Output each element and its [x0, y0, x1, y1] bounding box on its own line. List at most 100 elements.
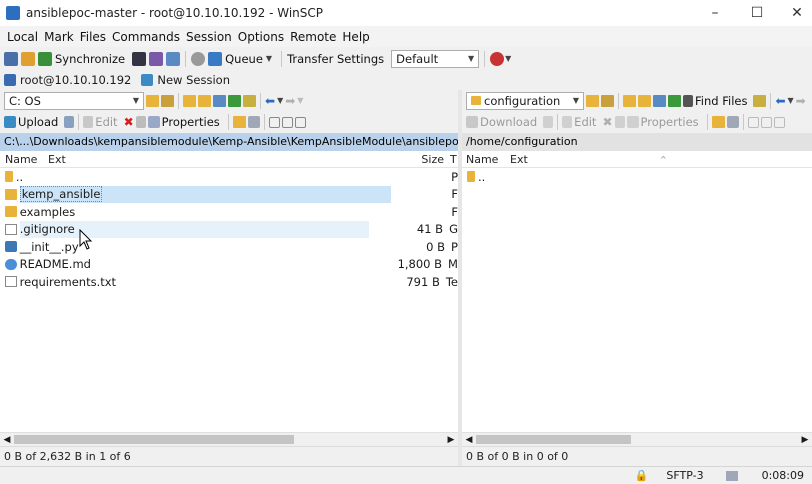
filter-icon[interactable] — [161, 94, 174, 107]
new-folder-icon[interactable] — [711, 116, 725, 128]
table-row[interactable]: examples F — [0, 203, 458, 221]
parent-dir-icon[interactable] — [623, 94, 636, 107]
col-type[interactable]: T — [444, 153, 457, 166]
gear-icon[interactable] — [191, 51, 206, 66]
putty-icon[interactable] — [166, 51, 181, 66]
upload-options-icon[interactable] — [64, 116, 75, 128]
col-ext[interactable]: Ext — [48, 153, 418, 166]
unselect-icon[interactable] — [760, 116, 772, 128]
home-icon[interactable] — [213, 94, 226, 107]
scroll-right-icon[interactable]: ▶ — [444, 435, 458, 445]
rename-icon[interactable] — [135, 116, 146, 128]
local-drive-select[interactable]: C: OS ▼ — [4, 91, 144, 110]
toolbar-separator — [484, 50, 486, 67]
parent-dir-icon[interactable] — [183, 94, 196, 107]
minimize-button[interactable]: – — [692, 0, 738, 26]
chevron-down-icon: ▼ — [132, 96, 139, 105]
file-name: .. — [478, 169, 486, 184]
menu-commands[interactable]: Commands — [109, 30, 183, 44]
remote-horizontal-scrollbar[interactable]: ◀ ▶ — [462, 432, 812, 446]
forward-arrow-icon[interactable]: ➡ — [285, 94, 295, 108]
col-name[interactable]: Name — [0, 153, 48, 166]
scroll-track[interactable] — [14, 435, 444, 444]
new-session-tab[interactable]: New Session — [157, 73, 230, 87]
scroll-left-icon[interactable]: ◀ — [462, 435, 476, 445]
transfer-settings-select[interactable]: Default ▼ — [391, 49, 480, 68]
remote-path[interactable]: /home/configuration — [462, 133, 812, 151]
table-row[interactable]: requirements.txt 791 B Te — [0, 273, 458, 291]
remote-action-toolbar: Download Edit ✖ Properties — [462, 111, 812, 133]
compare-icon[interactable] — [4, 51, 18, 66]
menu-session[interactable]: Session — [183, 30, 235, 44]
close-button[interactable]: ✕ — [774, 0, 812, 26]
find-files-button[interactable]: Find Files — [695, 94, 747, 108]
scroll-thumb[interactable] — [14, 435, 294, 444]
scroll-thumb[interactable] — [476, 435, 631, 444]
globe-icon[interactable] — [490, 51, 505, 66]
delete-icon[interactable]: ✖ — [602, 115, 612, 129]
open-folder-icon[interactable] — [586, 94, 599, 107]
home-icon[interactable] — [653, 94, 666, 107]
new-file-icon[interactable] — [726, 116, 739, 128]
properties-button[interactable]: Properties — [641, 115, 699, 129]
select-all-icon[interactable] — [268, 116, 280, 128]
properties-button[interactable]: Properties — [162, 115, 220, 129]
local-horizontal-scrollbar[interactable]: ◀ ▶ — [0, 432, 458, 446]
menu-files[interactable]: Files — [77, 30, 109, 44]
table-row[interactable]: README.md 1,800 B M — [0, 256, 458, 274]
synchronize-button[interactable]: Synchronize — [55, 52, 125, 66]
new-file-icon[interactable] — [247, 116, 260, 128]
download-options-icon[interactable] — [543, 116, 554, 128]
back-arrow-icon[interactable]: ⬅ — [265, 94, 275, 108]
select-all-icon[interactable] — [747, 116, 759, 128]
forward-arrow-icon[interactable]: ➡ — [796, 94, 806, 108]
table-row[interactable]: .. P — [0, 168, 458, 186]
back-arrow-icon[interactable]: ⬅ — [775, 94, 785, 108]
scroll-left-icon[interactable]: ◀ — [0, 435, 14, 445]
find-icon[interactable] — [753, 94, 767, 107]
new-folder-icon[interactable] — [232, 116, 246, 128]
delete-icon[interactable]: ✖ — [124, 115, 134, 129]
local-path[interactable]: C:\...\Downloads\kempansiblemodule\Kemp-… — [0, 133, 458, 151]
filter-select-icon[interactable] — [773, 116, 785, 128]
open-folder-icon[interactable] — [146, 94, 159, 107]
chevron-down-icon[interactable]: ▼ — [788, 96, 794, 105]
unselect-icon[interactable] — [281, 116, 293, 128]
chevron-down-icon[interactable]: ▼ — [297, 96, 303, 105]
remote-folder-select[interactable]: configuration ▼ — [466, 91, 584, 110]
table-row[interactable]: .. — [462, 168, 812, 186]
chevron-down-icon[interactable]: ▼ — [266, 54, 272, 63]
chevron-down-icon[interactable]: ▼ — [505, 54, 511, 63]
root-dir-icon[interactable] — [198, 94, 211, 107]
refresh-icon[interactable] — [228, 94, 241, 107]
upload-button[interactable]: Upload — [18, 115, 58, 129]
scroll-track[interactable] — [476, 435, 798, 444]
edit-button[interactable]: Edit — [95, 115, 117, 129]
refresh-icon[interactable] — [668, 94, 681, 107]
console-icon[interactable] — [149, 51, 164, 66]
menu-options[interactable]: Options — [235, 30, 287, 44]
session-tab[interactable]: root@10.10.10.192 — [20, 73, 131, 87]
table-row[interactable]: kemp_ansible F — [0, 185, 458, 204]
download-button[interactable]: Download — [480, 115, 537, 129]
table-row[interactable]: .gitignore 41 B G — [0, 220, 458, 239]
sync-browse-icon[interactable] — [21, 51, 35, 66]
col-name[interactable]: Name — [462, 153, 510, 166]
menu-local[interactable]: Local — [4, 30, 41, 44]
scroll-right-icon[interactable]: ▶ — [798, 435, 812, 445]
queue-button[interactable]: Queue — [225, 52, 263, 66]
root-dir-icon[interactable] — [638, 94, 651, 107]
menu-help[interactable]: Help — [339, 30, 372, 44]
col-ext[interactable]: Ext — [510, 153, 660, 166]
table-row[interactable]: __init__.py 0 B P — [0, 238, 458, 256]
terminal-icon[interactable] — [132, 51, 147, 66]
filter-icon[interactable] — [601, 94, 614, 107]
chevron-down-icon[interactable]: ▼ — [277, 96, 283, 105]
menu-remote[interactable]: Remote — [287, 30, 339, 44]
rename-icon[interactable] — [614, 116, 625, 128]
col-size[interactable]: Size — [418, 153, 444, 166]
menu-mark[interactable]: Mark — [41, 30, 77, 44]
edit-button[interactable]: Edit — [574, 115, 596, 129]
filter-select-icon[interactable] — [294, 116, 306, 128]
find-icon[interactable] — [243, 94, 256, 107]
